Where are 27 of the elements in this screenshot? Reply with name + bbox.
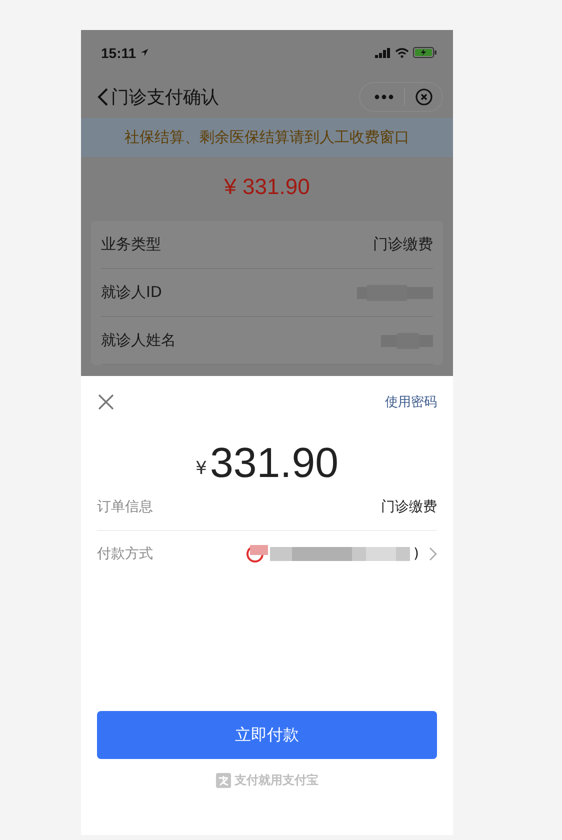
- detail-label: 就诊人姓名: [101, 331, 176, 350]
- close-icon[interactable]: [97, 393, 115, 411]
- amount-text: ¥ 331.90: [223, 173, 311, 201]
- use-password-link[interactable]: 使用密码: [385, 393, 437, 411]
- page-title: 门诊支付确认: [111, 86, 219, 108]
- wifi-icon: [395, 48, 409, 58]
- row-value: 门诊缴费: [381, 498, 437, 516]
- battery-icon: [413, 47, 437, 58]
- notice-banner: 社保结算、剩余医保结算请到人工收费窗口: [81, 118, 453, 157]
- detail-value: 门诊缴费: [373, 235, 433, 254]
- row-label: 订单信息: [97, 498, 153, 516]
- close-icon[interactable]: [415, 88, 433, 106]
- footer-text: 支付就用支付宝: [234, 772, 318, 788]
- detail-label: 业务类型: [101, 235, 161, 254]
- detail-label: 就诊人ID: [101, 283, 162, 302]
- capsule-menu[interactable]: [359, 82, 443, 112]
- pay-now-button[interactable]: 立即付款: [97, 711, 437, 759]
- row-value: ): [414, 546, 419, 562]
- more-icon[interactable]: [374, 94, 394, 100]
- location-arrow-icon: [140, 48, 150, 57]
- status-time: 15:11: [101, 44, 136, 60]
- signal-icon: [375, 48, 391, 58]
- currency-symbol: ¥: [196, 458, 207, 481]
- payment-amount: 331.90: [210, 442, 338, 484]
- alipay-logo-icon: [216, 772, 230, 788]
- back-icon[interactable]: [97, 86, 109, 106]
- row-label: 付款方式: [97, 545, 153, 563]
